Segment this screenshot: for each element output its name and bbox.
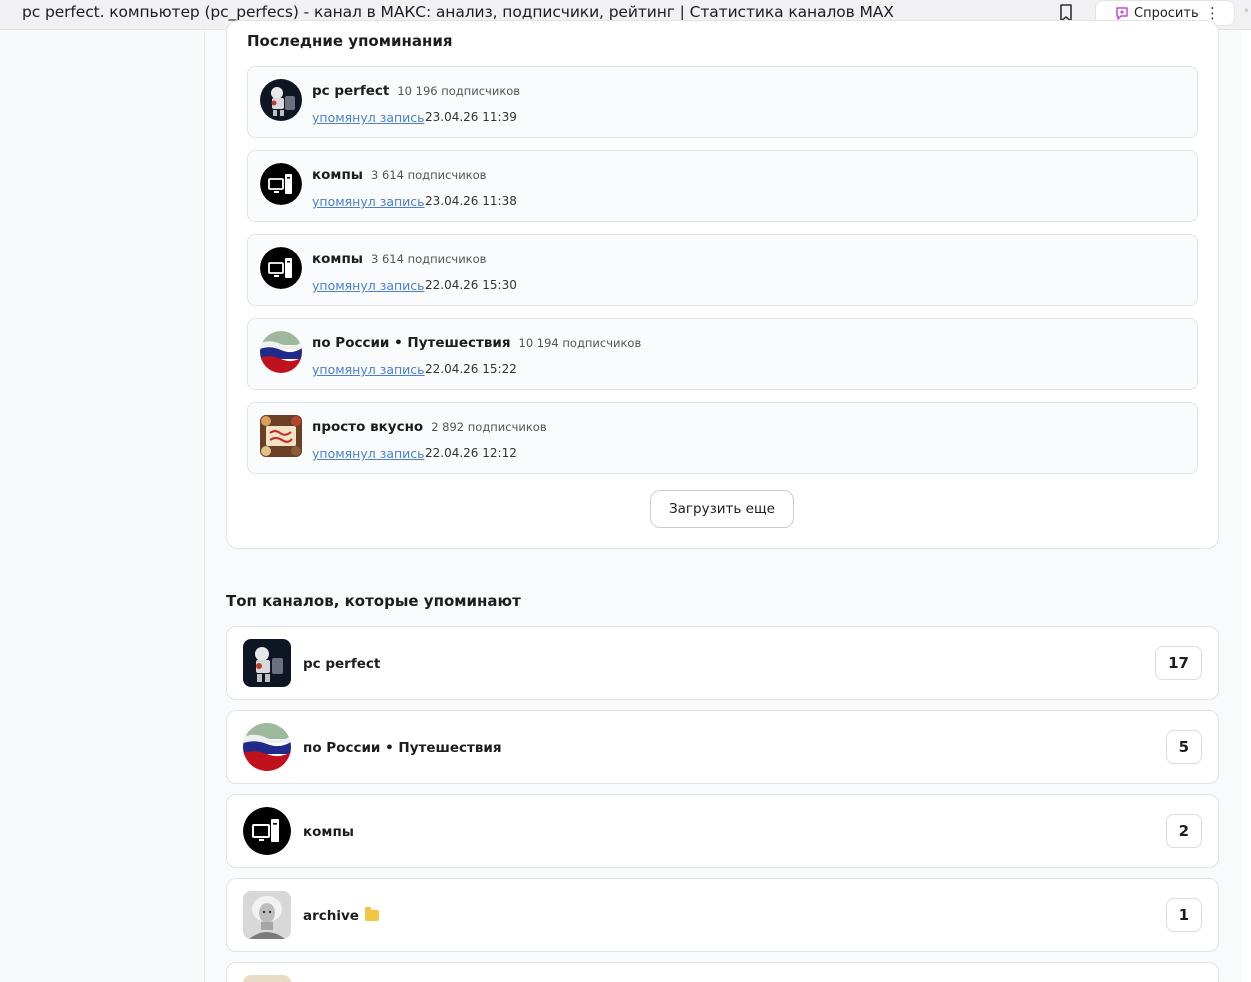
mention-subscribers: 10 194 подписчиков <box>518 336 642 350</box>
mention-channel-name[interactable]: по России • Путешествия <box>312 335 511 351</box>
mention-count-badge: 2 <box>1165 814 1202 848</box>
mention-subscribers: 2 892 подписчиков <box>431 420 547 434</box>
robot-avatar <box>243 639 291 687</box>
top-channel-row[interactable]: по России • Путешествия 5 <box>226 710 1219 784</box>
top-channel-row[interactable] <box>226 962 1219 982</box>
tab-title[interactable]: pc perfect. компьютер (pc_perfecs) - кан… <box>22 3 894 21</box>
top-channel-name[interactable]: компы <box>303 824 354 840</box>
computer-avatar <box>260 247 302 289</box>
mention-channel-name[interactable]: компы <box>312 167 363 183</box>
flag-avatar <box>243 723 291 771</box>
robot-avatar <box>260 79 302 121</box>
mention-item[interactable]: по России • Путешествия 10 194 подписчико… <box>247 318 1198 390</box>
mention-date: 22.04.26 15:22 <box>425 362 517 376</box>
top-channels-title: Топ каналов, которые упоминают <box>226 592 521 610</box>
top-channel-row[interactable]: компы 2 <box>226 794 1219 868</box>
portrait-avatar <box>243 891 291 939</box>
mentions-title: Последние упоминания <box>247 32 453 50</box>
load-more-button[interactable]: Загрузить еще <box>650 490 794 528</box>
mention-date: 23.04.26 11:39 <box>425 110 517 124</box>
mention-count-badge: 17 <box>1155 646 1202 680</box>
mention-channel-name[interactable]: компы <box>312 251 363 267</box>
mention-date: 22.04.26 12:12 <box>425 446 517 460</box>
mention-subscribers: 3 614 подписчиков <box>371 168 487 182</box>
mention-link[interactable]: упомянул запись <box>312 194 425 209</box>
mention-date: 22.04.26 15:30 <box>425 278 517 292</box>
mention-channel-name[interactable]: просто вкусно <box>312 419 423 435</box>
ask-label: Спросить <box>1134 5 1199 21</box>
mention-subscribers: 3 614 подписчиков <box>371 252 487 266</box>
edge-mark-icon: • <box>1243 4 1251 18</box>
mention-item[interactable]: компы 3 614 подписчиков упомянул запись 2… <box>247 150 1198 222</box>
flag-avatar <box>260 331 302 373</box>
mention-link[interactable]: упомянул запись <box>312 110 425 125</box>
top-channel-row[interactable]: archive 1 <box>226 878 1219 952</box>
top-channel-name[interactable]: pc perfect <box>303 656 380 672</box>
food-avatar <box>260 415 302 457</box>
mention-date: 23.04.26 11:38 <box>425 194 517 208</box>
folder-icon <box>364 907 379 921</box>
mention-link[interactable]: упомянул запись <box>312 278 425 293</box>
mention-count-badge: 1 <box>1165 898 1202 932</box>
mention-subscribers: 10 196 подписчиков <box>397 84 521 98</box>
mention-count-badge: 5 <box>1165 730 1202 764</box>
computer-avatar <box>243 807 291 855</box>
mention-link[interactable]: упомянул запись <box>312 362 425 377</box>
channel-avatar <box>243 975 291 982</box>
computer-avatar <box>260 163 302 205</box>
scrollbar-area[interactable] <box>1241 31 1251 982</box>
mention-item[interactable]: pc perfect 10 196 подписчиков упомянул за… <box>247 66 1198 138</box>
mention-item[interactable]: просто вкусно 2 892 подписчиков упомянул … <box>247 402 1198 474</box>
mention-link[interactable]: упомянул запись <box>312 446 425 461</box>
top-channel-row[interactable]: pc perfect 17 <box>226 626 1219 700</box>
mention-channel-name[interactable]: pc perfect <box>312 83 389 99</box>
ask-icon <box>1116 7 1128 20</box>
top-channel-name[interactable]: archive <box>303 908 359 924</box>
mention-item[interactable]: компы 3 614 подписчиков упомянул запись 2… <box>247 234 1198 306</box>
left-sidebar <box>0 31 205 982</box>
top-channel-name[interactable]: по России • Путешествия <box>303 740 502 756</box>
